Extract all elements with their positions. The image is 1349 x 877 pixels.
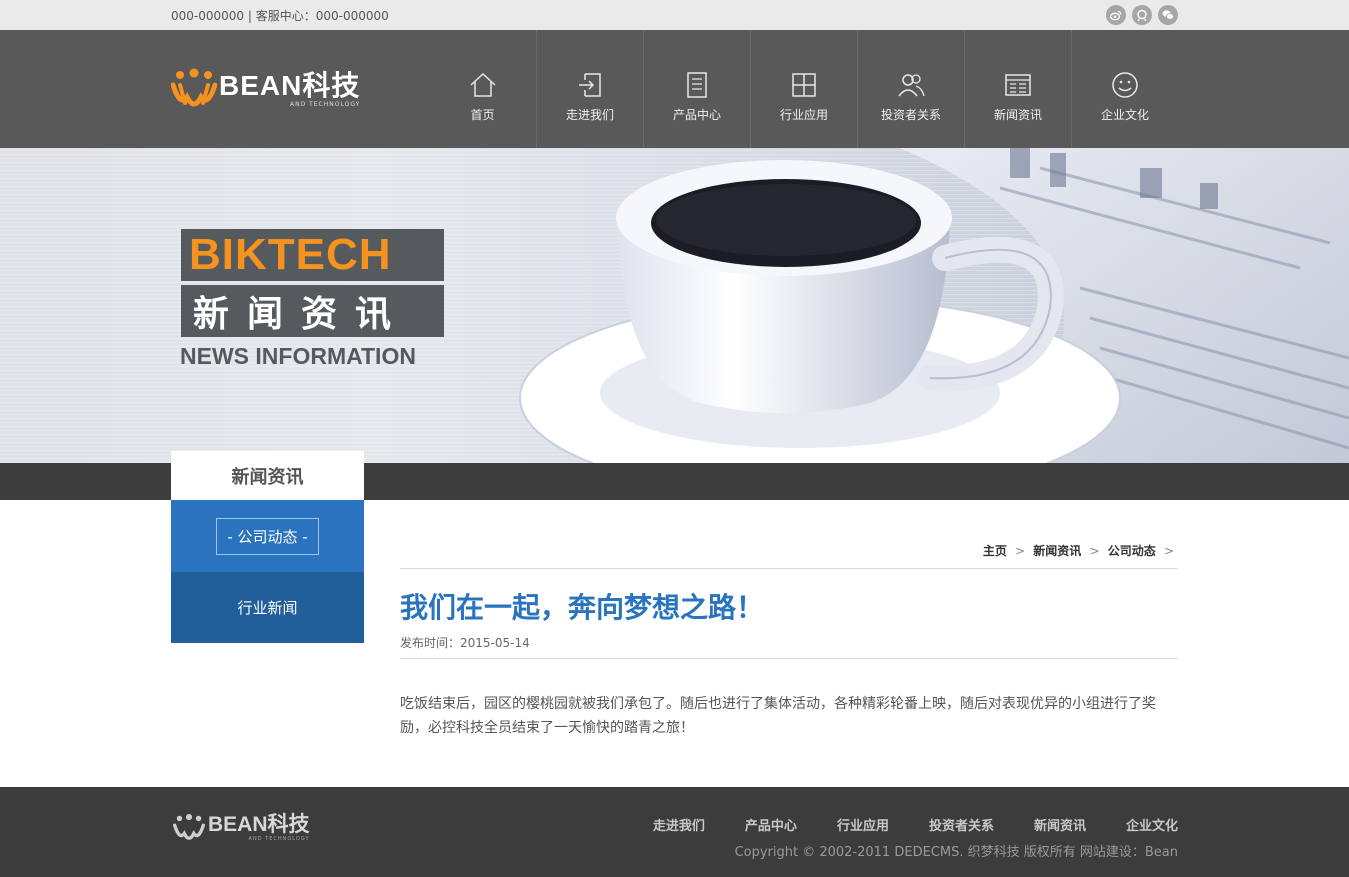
sidebar-item-label: - 公司动态 -	[216, 517, 319, 555]
banner-title: BIKTECH 新闻资讯 NEWS INFORMATION	[180, 229, 444, 370]
social-links	[1106, 5, 1178, 25]
footer-link-culture[interactable]: 企业文化	[1126, 815, 1178, 834]
footer-nav: 走进我们 产品中心 行业应用 投资者关系 新闻资讯 企业文化	[653, 815, 1178, 834]
article-date: 发布时间：2015-05-14	[400, 636, 530, 650]
footer-link-about[interactable]: 走进我们	[653, 815, 705, 834]
logo-mark-icon	[171, 68, 217, 107]
content-area: 新闻资讯 - 公司动态 - 行业新闻 主页 > 新闻资讯 > 公司动态 > 我们…	[0, 451, 1349, 787]
footer-logo-subtitle: AND TECHNOLOGY	[248, 836, 310, 842]
nav-item-investors[interactable]: 投资者关系	[857, 30, 964, 148]
sidebar-item-company-news[interactable]: - 公司动态 -	[171, 500, 364, 572]
nav-item-news[interactable]: 新闻资讯	[964, 30, 1071, 148]
nav-item-products[interactable]: 产品中心	[643, 30, 750, 148]
site-logo[interactable]: BEAN科技 AND TECHNOLOGY	[171, 67, 360, 111]
nav-item-home[interactable]: 首页	[429, 30, 536, 148]
breadcrumb-home[interactable]: 主页	[983, 544, 1007, 558]
document-icon	[687, 72, 707, 98]
top-bar: 000-000000 | 客服中心：000-000000	[0, 0, 1349, 30]
footer-logo[interactable]: BEAN科技 AND TECHNOLOGY	[172, 813, 310, 843]
divider	[400, 568, 1178, 569]
sidebar-item-industry-news[interactable]: 行业新闻	[171, 572, 364, 643]
logo-mark-icon	[172, 814, 206, 840]
copyright: Copyright © 2002-2011 DEDECMS. 织梦科技 版权所有…	[734, 845, 1178, 860]
site-footer: BEAN科技 AND TECHNOLOGY 走进我们 产品中心 行业应用 投资者…	[0, 787, 1349, 877]
home-icon	[469, 72, 496, 97]
main-nav: 首页 走进我们 产品中心 行业应用 投资者关系 新闻资讯 企业文化	[429, 30, 1178, 148]
newspaper-icon	[1005, 74, 1031, 96]
footer-link-investors[interactable]: 投资者关系	[929, 815, 994, 834]
wechat-icon[interactable]	[1158, 5, 1178, 25]
qq-icon[interactable]	[1132, 5, 1152, 25]
logo-subtitle: AND TECHNOLOGY	[289, 100, 361, 108]
nav-item-about[interactable]: 走进我们	[536, 30, 643, 148]
banner-brand: BIKTECH	[181, 229, 444, 281]
contact-phone: 000-000000 | 客服中心：000-000000	[171, 8, 389, 23]
banner-title-zh: 新闻资讯	[181, 285, 444, 337]
divider	[400, 658, 1178, 659]
footer-link-news[interactable]: 新闻资讯	[1034, 815, 1086, 834]
breadcrumb-company-news[interactable]: 公司动态	[1108, 544, 1156, 558]
logo-brand: BEAN科技	[219, 69, 361, 101]
grid-icon	[792, 73, 816, 97]
site-header: BEAN科技 AND TECHNOLOGY 首页 走进我们 产品中心 行业应用	[0, 30, 1349, 148]
enter-icon	[579, 73, 601, 97]
sidebar-heading: 新闻资讯	[171, 451, 364, 500]
nav-item-culture[interactable]: 企业文化	[1071, 30, 1178, 148]
footer-link-industry[interactable]: 行业应用	[837, 815, 889, 834]
news-banner: BIKTECH 新闻资讯 NEWS INFORMATION	[0, 148, 1349, 463]
breadcrumb-news[interactable]: 新闻资讯	[1033, 544, 1081, 558]
nav-item-industry[interactable]: 行业应用	[750, 30, 857, 148]
footer-link-products[interactable]: 产品中心	[745, 815, 797, 834]
smile-icon	[1112, 72, 1138, 98]
article-title: 我们在一起，奔向梦想之路！	[400, 591, 765, 624]
breadcrumb: 主页 > 新闻资讯 > 公司动态 >	[982, 544, 1174, 558]
sidebar: 新闻资讯 - 公司动态 - 行业新闻	[171, 451, 364, 643]
article-body: 吃饭结束后，园区的樱桃园就被我们承包了。随后也进行了集体活动，各种精彩轮番上映，…	[400, 696, 1156, 736]
users-icon	[898, 74, 925, 97]
weibo-icon[interactable]	[1106, 5, 1126, 25]
banner-title-en: NEWS INFORMATION	[180, 343, 416, 369]
footer-logo-brand: BEAN科技	[208, 813, 310, 836]
